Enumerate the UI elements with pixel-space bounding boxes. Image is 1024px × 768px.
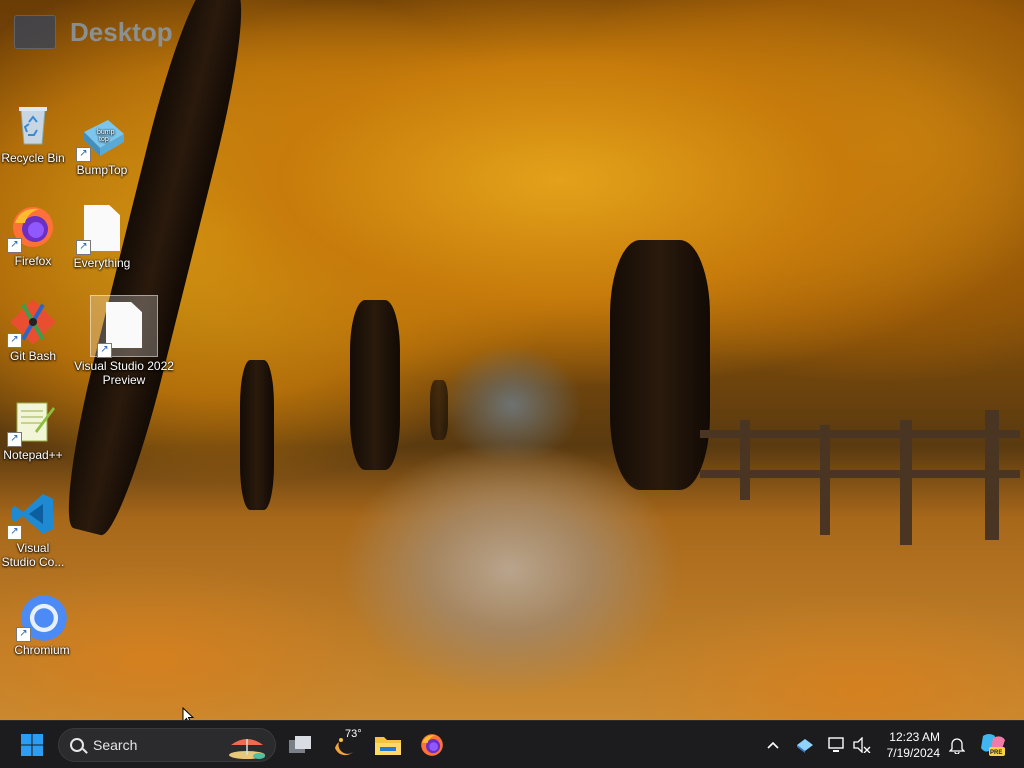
search-icon xyxy=(70,738,84,752)
window-title: Desktop xyxy=(70,16,173,47)
svg-text:PRE: PRE xyxy=(990,750,1002,756)
display-icon xyxy=(828,737,844,752)
firefox-icon xyxy=(421,734,443,756)
shortcut-arrow-icon: ↗ xyxy=(7,238,22,253)
shortcut-arrow-icon: ↗ xyxy=(7,333,22,348)
clock-button[interactable]: 12:23 AM 7/19/2024 xyxy=(876,727,948,763)
taskbar-search-box[interactable]: Search xyxy=(58,728,276,762)
task-view-button[interactable] xyxy=(282,727,318,763)
volume-button[interactable] xyxy=(850,727,874,763)
shortcut-arrow-icon: ↗ xyxy=(76,147,91,162)
copilot-button[interactable]: PRE xyxy=(976,727,1010,763)
start-button[interactable] xyxy=(14,727,50,763)
recycle-bin-icon xyxy=(9,100,57,148)
shortcut-arrow-icon: ↗ xyxy=(7,525,22,540)
generic-file-icon: ↗ xyxy=(76,205,126,255)
window-title-bar: Desktop xyxy=(14,14,173,50)
git-bash-icon: ↗ xyxy=(7,298,57,348)
chromium-icon: ↗ xyxy=(16,592,67,642)
desktop-icon-label: Visual Studio Co... xyxy=(1,541,65,569)
desktop-icon-label: Visual Studio 2022 Preview xyxy=(74,359,174,387)
search-highlight-beach-icon xyxy=(229,739,265,759)
shortcut-arrow-icon: ↗ xyxy=(7,432,22,447)
weather-widget-button[interactable]: 73° xyxy=(326,727,362,763)
clock-date: 7/19/2024 xyxy=(886,746,940,760)
desktop-icon-visual-studio-code[interactable]: ↗ Visual Studio Co... xyxy=(0,490,74,569)
desktop-icon-label: Git Bash xyxy=(9,349,57,363)
windows-logo-icon xyxy=(21,734,43,756)
firefox-icon: ↗ xyxy=(7,203,57,253)
fence-post xyxy=(900,420,912,545)
fence-post xyxy=(985,410,999,540)
firefox-taskbar-button[interactable] xyxy=(414,727,450,763)
fallen-leaves xyxy=(0,440,1024,720)
generic-file-icon: ↗ xyxy=(90,295,158,358)
notifications-button[interactable] xyxy=(944,727,970,763)
shortcut-arrow-icon: ↗ xyxy=(76,240,91,255)
notepad-plus-plus-icon: ↗ xyxy=(7,397,57,447)
file-explorer-icon xyxy=(375,737,401,755)
desktop-icon-chromium[interactable]: ↗ Chromium xyxy=(1,592,83,657)
taskbar: Search 73° 12:23 AM 7/19/2024 PRE xyxy=(0,720,1024,768)
svg-text:bump: bump xyxy=(97,129,115,136)
show-hidden-icons-button[interactable] xyxy=(760,727,786,763)
network-status-button[interactable] xyxy=(824,727,850,763)
file-explorer-button[interactable] xyxy=(370,727,406,763)
network-drive-icon xyxy=(797,739,813,753)
vscode-icon: ↗ xyxy=(7,490,57,540)
weather-temperature: 73° xyxy=(345,728,362,740)
fence-post xyxy=(740,420,750,500)
desktop-icon-bumptop[interactable]: bump top ↗ BumpTop xyxy=(61,112,143,177)
desktop-icon-git-bash[interactable]: ↗ Git Bash xyxy=(0,298,74,363)
window-icon xyxy=(14,15,56,49)
desktop-icon-label: Chromium xyxy=(14,643,70,657)
desktop-icon-visual-studio-2022-preview[interactable]: ↗ Visual Studio 2022 Preview xyxy=(72,295,176,387)
desktop-icon-everything[interactable]: ↗ Everything xyxy=(61,205,143,270)
chevron-up-icon xyxy=(767,741,779,749)
task-view-icon xyxy=(289,736,311,753)
fence-post xyxy=(820,425,830,535)
shortcut-arrow-icon: ↗ xyxy=(16,627,31,642)
shortcut-arrow-icon: ↗ xyxy=(97,343,112,358)
svg-text:top: top xyxy=(99,136,109,143)
search-label: Search xyxy=(93,737,138,753)
bumptop-icon: bump top ↗ xyxy=(76,112,126,162)
desktop-icon-label: BumpTop xyxy=(76,163,128,177)
desktop-icon-label: Notepad++ xyxy=(3,448,63,462)
tray-app-button[interactable] xyxy=(792,727,818,763)
document-shape xyxy=(106,302,142,348)
copilot-pre-icon: PRE xyxy=(981,734,1005,756)
muted-speaker-icon xyxy=(853,737,871,753)
desktop-icon-notepad-plus-plus[interactable]: ↗ Notepad++ xyxy=(0,397,74,462)
desktop-icon-label: Everything xyxy=(73,256,131,270)
clock-time: 12:23 AM xyxy=(889,730,940,744)
bell-icon xyxy=(949,738,965,754)
